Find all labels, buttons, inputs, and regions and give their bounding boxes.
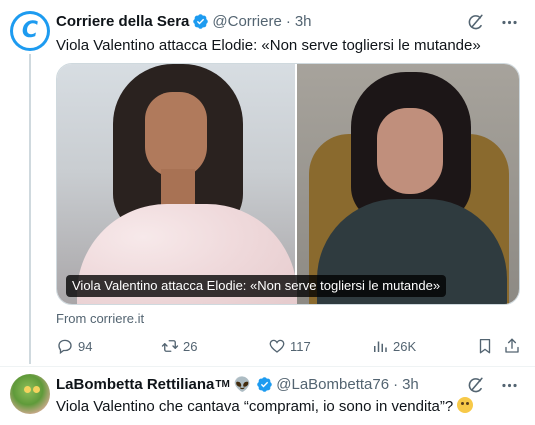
media-caption: Viola Valentino attacca Elodie: «Non ser… <box>66 275 447 297</box>
bookmark-icon <box>479 338 491 354</box>
reply-count: 94 <box>78 338 93 354</box>
avatar-logo: C <box>21 18 39 43</box>
reply-button[interactable]: 94 <box>56 337 92 355</box>
like-button[interactable]: 117 <box>268 337 311 355</box>
reply-author-suffix: TM <box>215 378 230 390</box>
photo-elodie <box>57 64 297 304</box>
tweet-top-actions <box>465 12 519 32</box>
thinking-face-emoji <box>457 397 474 413</box>
reply-header: LaBombetta Rettiliana TM 👽 @LaBombetta76… <box>56 374 419 394</box>
views-button[interactable]: 26K <box>371 337 416 355</box>
separator: · <box>393 375 399 393</box>
thread-line <box>29 54 31 364</box>
reply-author-avatar[interactable] <box>10 374 50 414</box>
verified-badge-icon <box>257 376 273 392</box>
tweet-text: Viola Valentino attacca Elodie: «Non ser… <box>56 37 481 54</box>
grok-icon[interactable] <box>465 12 485 32</box>
reply-text-line: Viola Valentino che cantava “comprami, i… <box>56 397 474 417</box>
views-icon <box>374 341 387 352</box>
tweet-actions: 94 26 117 26K <box>56 337 520 357</box>
reply-icon <box>58 339 72 355</box>
verified-badge-icon <box>193 13 209 29</box>
like-count: 117 <box>290 338 311 354</box>
retweet-button[interactable]: 26 <box>161 337 197 355</box>
share-button[interactable] <box>503 337 525 355</box>
tweet-divider <box>0 366 535 367</box>
author-name[interactable]: Corriere della Sera <box>56 13 189 30</box>
retweet-count: 26 <box>183 338 198 354</box>
separator: · <box>285 12 291 30</box>
more-icon[interactable] <box>499 375 519 395</box>
photo-viola-valentino <box>297 64 519 304</box>
reply-author-name[interactable]: LaBombetta Rettiliana <box>56 376 214 393</box>
like-icon <box>269 339 285 353</box>
author-handle[interactable]: @Corriere <box>212 13 281 30</box>
more-icon[interactable] <box>499 12 519 32</box>
tweet-header: Corriere della Sera @Corriere · 3h <box>56 11 312 31</box>
reply-time[interactable]: 3h <box>402 376 419 393</box>
reply-author-handle[interactable]: @LaBombetta76 <box>276 376 389 393</box>
link-source[interactable]: From corriere.it <box>56 311 144 326</box>
share-icon <box>505 338 519 353</box>
grok-icon[interactable] <box>465 375 485 395</box>
tweet-media-card[interactable] <box>56 63 520 305</box>
author-avatar[interactable]: C <box>10 11 50 51</box>
reply-text: Viola Valentino che cantava “comprami, i… <box>56 398 454 415</box>
reply-top-actions <box>465 375 519 395</box>
views-count: 26K <box>393 338 417 354</box>
bookmark-button[interactable] <box>476 337 498 355</box>
retweet-icon <box>161 340 179 352</box>
alien-emoji: 👽 <box>233 375 252 392</box>
tweet-time[interactable]: 3h <box>295 13 312 30</box>
